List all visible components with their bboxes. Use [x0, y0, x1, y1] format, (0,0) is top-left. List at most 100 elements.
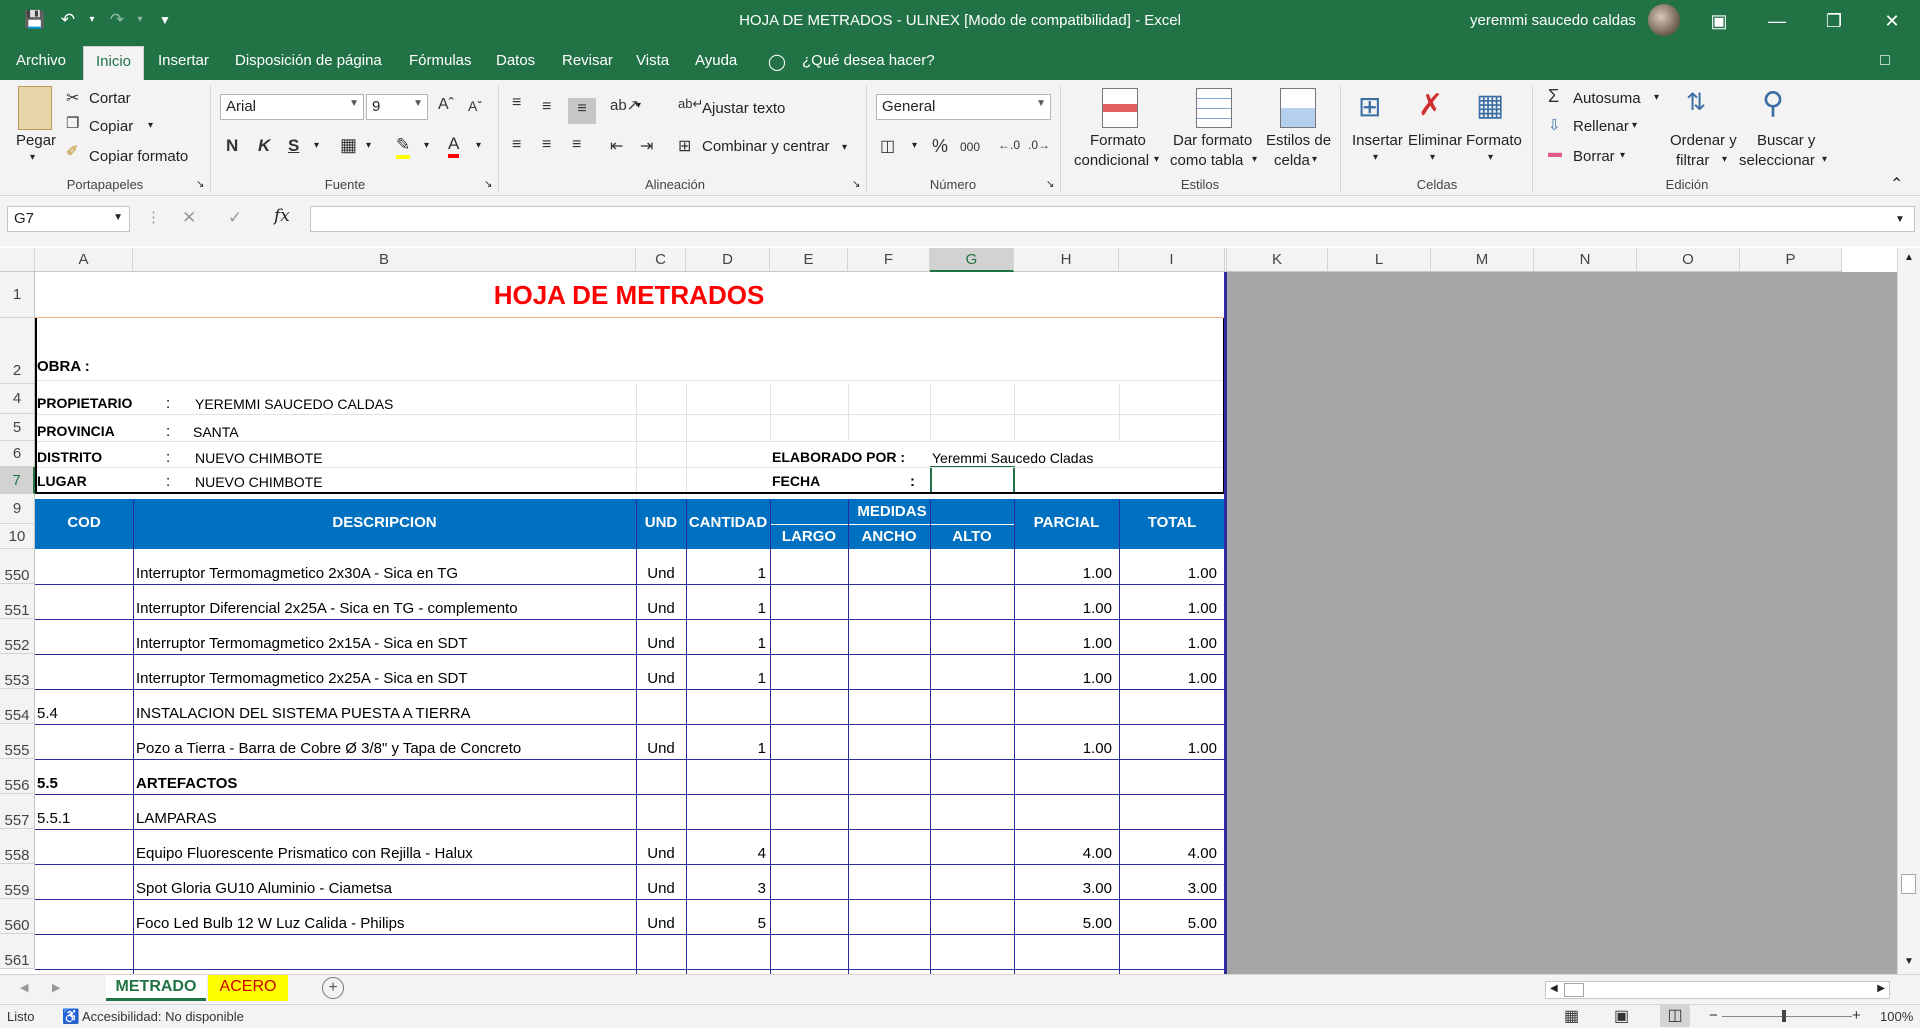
tab-revisar[interactable]: Revisar [562, 52, 613, 69]
paste-dropdown-icon[interactable]: ▾ [30, 152, 35, 163]
conditional-format-dropdown-icon[interactable]: ▾ [1154, 154, 1159, 165]
conditional-format-button[interactable]: Formato [1090, 132, 1146, 149]
column-header-p[interactable]: P [1740, 248, 1842, 272]
copy-dropdown-icon[interactable]: ▾ [148, 120, 153, 131]
column-header-b[interactable]: B [133, 248, 636, 272]
row-header-553[interactable]: 553 [0, 654, 35, 689]
row-header-557[interactable]: 557 [0, 794, 35, 829]
cell-und[interactable]: Und [636, 670, 686, 687]
comments-icon[interactable]: □ [1880, 52, 1890, 70]
cell-descripcion[interactable]: LAMPARAS [136, 810, 634, 827]
sheet-title[interactable]: HOJA DE METRADOS [35, 272, 1223, 318]
accessibility-icon[interactable]: ♿ [62, 1008, 79, 1025]
cell-descripcion[interactable]: Interruptor Termomagmetico 2x30A - Sica … [136, 565, 634, 582]
orientation-icon[interactable]: ab↗ [610, 96, 639, 114]
decrease-indent-icon[interactable]: ⇤ [610, 136, 623, 156]
sort-filter-label[interactable]: filtrar [1676, 152, 1709, 169]
row-header-6[interactable]: 6 [0, 441, 35, 467]
row-header-554[interactable]: 554 [0, 689, 35, 724]
conditional-format-icon[interactable] [1102, 88, 1138, 128]
tab-datos[interactable]: Datos [496, 52, 535, 69]
lightbulb-icon[interactable]: ◯ [768, 52, 786, 72]
fill-color-icon[interactable]: ✎ [396, 135, 411, 159]
restore-icon[interactable]: ❐ [1812, 6, 1856, 36]
column-header-c[interactable]: C [636, 248, 686, 272]
increase-indent-icon[interactable]: ⇥ [640, 136, 653, 156]
column-header-n[interactable]: N [1534, 248, 1637, 272]
tab-ayuda[interactable]: Ayuda [695, 52, 737, 69]
find-select-dropdown-icon[interactable]: ▾ [1822, 154, 1827, 165]
select-all-corner[interactable] [0, 248, 35, 272]
prev-sheet-icon[interactable]: ◀ [20, 981, 28, 994]
alineacion-launcher-icon[interactable]: ↘ [852, 179, 860, 190]
cut-button[interactable]: Cortar [89, 90, 131, 107]
orientation-dropdown-icon[interactable]: ▾ [636, 100, 641, 111]
cell-descripcion[interactable]: ARTEFACTOS [136, 775, 634, 792]
cell-parcial[interactable]: 1.00 [1014, 635, 1112, 652]
header-cantidad[interactable]: CANTIDAD [686, 514, 770, 531]
wrap-text-button[interactable]: Ajustar texto [702, 100, 785, 117]
cell-descripcion[interactable]: Interruptor Termomagmetico 2x25A - Sica … [136, 670, 634, 687]
format-cells-icon[interactable]: ▦ [1476, 88, 1504, 123]
column-header-m[interactable]: M [1431, 248, 1534, 272]
merge-dropdown-icon[interactable]: ▾ [842, 142, 847, 153]
align-middle-icon[interactable]: ≡ [542, 98, 551, 116]
sort-filter-icon[interactable]: ⇅ [1686, 88, 1706, 117]
row-header-559[interactable]: 559 [0, 864, 35, 899]
close-icon[interactable]: ✕ [1870, 6, 1914, 36]
increase-font-icon[interactable]: Aˆ [438, 96, 454, 114]
cell-cantidad[interactable]: 1 [686, 565, 766, 582]
copy-icon[interactable]: ❐ [66, 114, 79, 132]
clear-dropdown-icon[interactable]: ▾ [1620, 150, 1625, 161]
header-und[interactable]: UND [636, 514, 686, 531]
insert-cells-icon[interactable]: ⊞ [1358, 90, 1381, 123]
portapapeles-launcher-icon[interactable]: ↘ [196, 179, 204, 190]
cell-und[interactable]: Und [636, 845, 686, 862]
font-name-combo[interactable]: Arial ▼ [220, 94, 364, 120]
cell-descripcion[interactable]: Spot Gloria GU10 Aluminio - Ciametsa [136, 880, 634, 897]
cancel-icon[interactable]: ✕ [182, 208, 196, 228]
underline-dropdown-icon[interactable]: ▾ [314, 140, 319, 151]
format-painter-button[interactable]: Copiar formato [89, 148, 188, 165]
font-size-combo[interactable]: 9 ▼ [366, 94, 428, 120]
cell-und[interactable]: Und [636, 635, 686, 652]
format-as-table-icon[interactable] [1196, 88, 1232, 128]
align-left-icon[interactable]: ≡ [512, 136, 521, 154]
cell-styles-dropdown-icon[interactable]: ▾ [1312, 154, 1317, 165]
eraser-icon[interactable]: ▬ [1548, 144, 1562, 160]
fill-dropdown-icon[interactable]: ▾ [1632, 120, 1637, 131]
format-as-table-label[interactable]: como tabla [1170, 152, 1243, 169]
scroll-down-icon[interactable]: ▼ [1904, 956, 1914, 967]
zoom-level[interactable]: 100% [1880, 1009, 1913, 1024]
cell-parcial[interactable]: 5.00 [1014, 915, 1112, 932]
cell-total[interactable]: 5.00 [1119, 915, 1217, 932]
align-center-icon[interactable]: ≡ [542, 136, 551, 154]
column-header-f[interactable]: F [848, 248, 930, 272]
row-header-550[interactable]: 550 [0, 549, 35, 584]
align-right-icon[interactable]: ≡ [572, 136, 581, 154]
formula-input[interactable] [310, 206, 1915, 232]
cell-total[interactable]: 1.00 [1119, 670, 1217, 687]
scissors-icon[interactable]: ✂ [66, 88, 79, 108]
merge-center-button[interactable]: Combinar y centrar [702, 138, 830, 155]
cell-cantidad[interactable]: 1 [686, 670, 766, 687]
header-largo[interactable]: LARGO [770, 528, 848, 545]
row-header-555[interactable]: 555 [0, 724, 35, 759]
merge-center-icon[interactable]: ⊞ [678, 136, 691, 156]
cell-cantidad[interactable]: 1 [686, 740, 766, 757]
header-total[interactable]: TOTAL [1119, 514, 1225, 531]
row-header-9[interactable]: 9 [0, 494, 35, 524]
collapse-ribbon-icon[interactable]: ⌃ [1890, 174, 1903, 194]
row-header-556[interactable]: 556 [0, 759, 35, 794]
format-cells-button[interactable]: Formato [1466, 132, 1522, 149]
column-header-k[interactable]: K [1227, 248, 1328, 272]
format-painter-icon[interactable]: ✐ [66, 142, 79, 160]
cell-parcial[interactable]: 1.00 [1014, 565, 1112, 582]
cell-und[interactable]: Und [636, 740, 686, 757]
scroll-up-icon[interactable]: ▲ [1904, 252, 1914, 263]
cell-total[interactable]: 1.00 [1119, 635, 1217, 652]
accounting-dropdown-icon[interactable]: ▾ [912, 140, 917, 151]
font-color-icon[interactable]: A [448, 134, 460, 158]
cell-styles-button[interactable]: Estilos de [1266, 132, 1331, 149]
normal-view-icon[interactable]: ▦ [1564, 1006, 1579, 1026]
